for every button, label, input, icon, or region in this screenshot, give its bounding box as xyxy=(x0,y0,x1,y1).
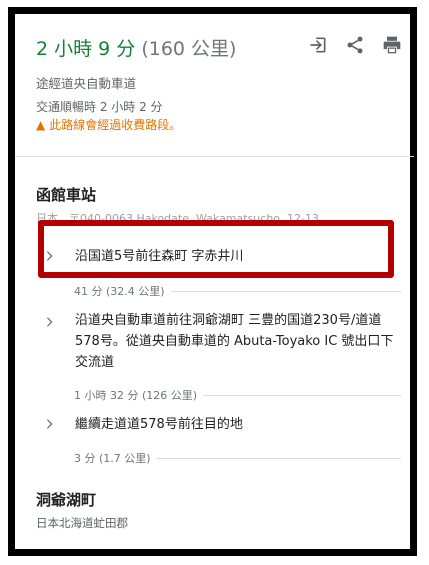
open-in-button[interactable] xyxy=(306,34,330,56)
destination-name: 洞爺湖町 xyxy=(36,491,97,509)
step-item[interactable]: 沿道央自動車道前往洞爺湖町 三豊的国道230号/道道578号。從道央自動車道的 … xyxy=(42,312,402,378)
share-button[interactable] xyxy=(343,34,367,56)
route-duration: 2 小時 9 分 (160 公里) xyxy=(36,34,236,61)
segment-label: 1 小時 32 分 (126 公里) xyxy=(74,389,198,402)
step-instruction: 繼續走道道578号前往目的地 xyxy=(75,417,243,432)
print-icon xyxy=(383,36,401,54)
step-segment: 1 小時 32 分 (126 公里) xyxy=(74,388,401,402)
toll-warning: ▲ 此路線會經過收費路段。 xyxy=(36,116,181,133)
highlight-box xyxy=(38,220,394,278)
segment-label: 3 分 (1.7 公里) xyxy=(74,452,151,465)
route-via: 途經道央自動車道 xyxy=(36,76,137,91)
segment-line xyxy=(156,457,401,459)
share-icon xyxy=(347,36,363,54)
duration-text: 2 小時 9 分 xyxy=(36,38,136,60)
segment-label: 41 分 (32.4 公里) xyxy=(74,285,165,298)
toll-warning-text: 此路線會經過收費路段。 xyxy=(49,118,182,132)
segment-line xyxy=(170,290,401,292)
chevron-right-icon xyxy=(47,419,53,429)
start-place-name: 函館車站 xyxy=(36,186,97,204)
step-segment: 41 分 (32.4 公里) xyxy=(74,284,401,298)
print-button[interactable] xyxy=(380,34,404,56)
step-item[interactable]: 繼續走道道578号前往目的地 xyxy=(42,416,402,438)
chevron-right-icon xyxy=(47,317,53,327)
segment-line xyxy=(203,394,401,396)
warning-icon: ▲ xyxy=(36,118,46,132)
summary-divider xyxy=(15,156,414,157)
destination-address: 日本北海道虻田郡 xyxy=(36,516,128,530)
step-segment: 3 分 (1.7 公里) xyxy=(74,451,401,465)
open-in-icon xyxy=(310,37,326,53)
route-distance: (160 公里) xyxy=(141,38,237,60)
step-instruction: 沿道央自動車道前往洞爺湖町 三豊的国道230号/道道578号。從道央自動車道的 … xyxy=(75,313,394,370)
traffic-time: 交通順暢時 2 小時 2 分 xyxy=(36,100,163,114)
